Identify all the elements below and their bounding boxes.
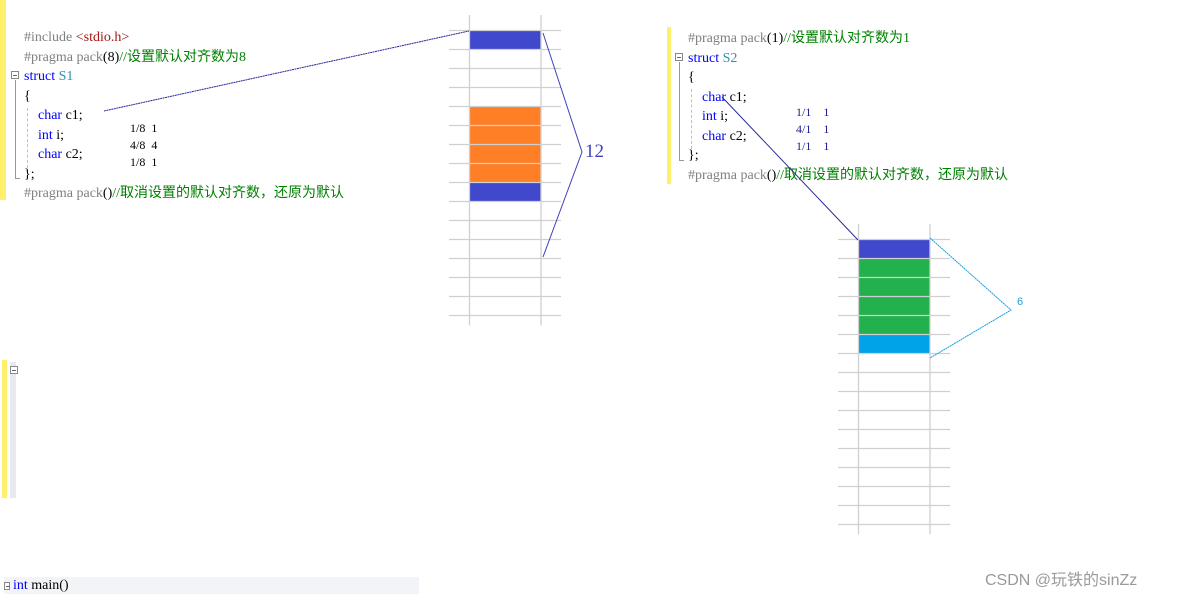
- memory-s1-cell-i: [469, 163, 541, 183]
- memory-s1-cell-c1: [469, 30, 541, 50]
- memory-s2-cell-c1: [858, 239, 930, 259]
- total-size-label-s2: 6: [1017, 296, 1024, 308]
- watermark: CSDN @玩铁的sinZz: [985, 572, 1138, 589]
- bracket-total-size-s2: [929, 237, 1012, 359]
- connector-c1-to-memory-s1: [103, 30, 470, 112]
- memory-s2-cell-i: [858, 258, 930, 278]
- memory-s2-cell-c2: [858, 334, 930, 354]
- memory-s2-cell-i: [858, 296, 930, 316]
- memory-s1-cell-c2: [469, 182, 541, 202]
- connector-c1-to-memory-s2: [721, 96, 859, 241]
- total-size-label-s1: 12: [585, 141, 604, 162]
- memory-s2-cell-i: [858, 315, 930, 335]
- memory-s1-cell-i: [469, 106, 541, 126]
- memory-s1-cell-i: [469, 125, 541, 145]
- memory-s1-cell-i: [469, 144, 541, 164]
- memory-s2-cell-i: [858, 277, 930, 297]
- memory-layout-diagram: [103, 15, 1012, 535]
